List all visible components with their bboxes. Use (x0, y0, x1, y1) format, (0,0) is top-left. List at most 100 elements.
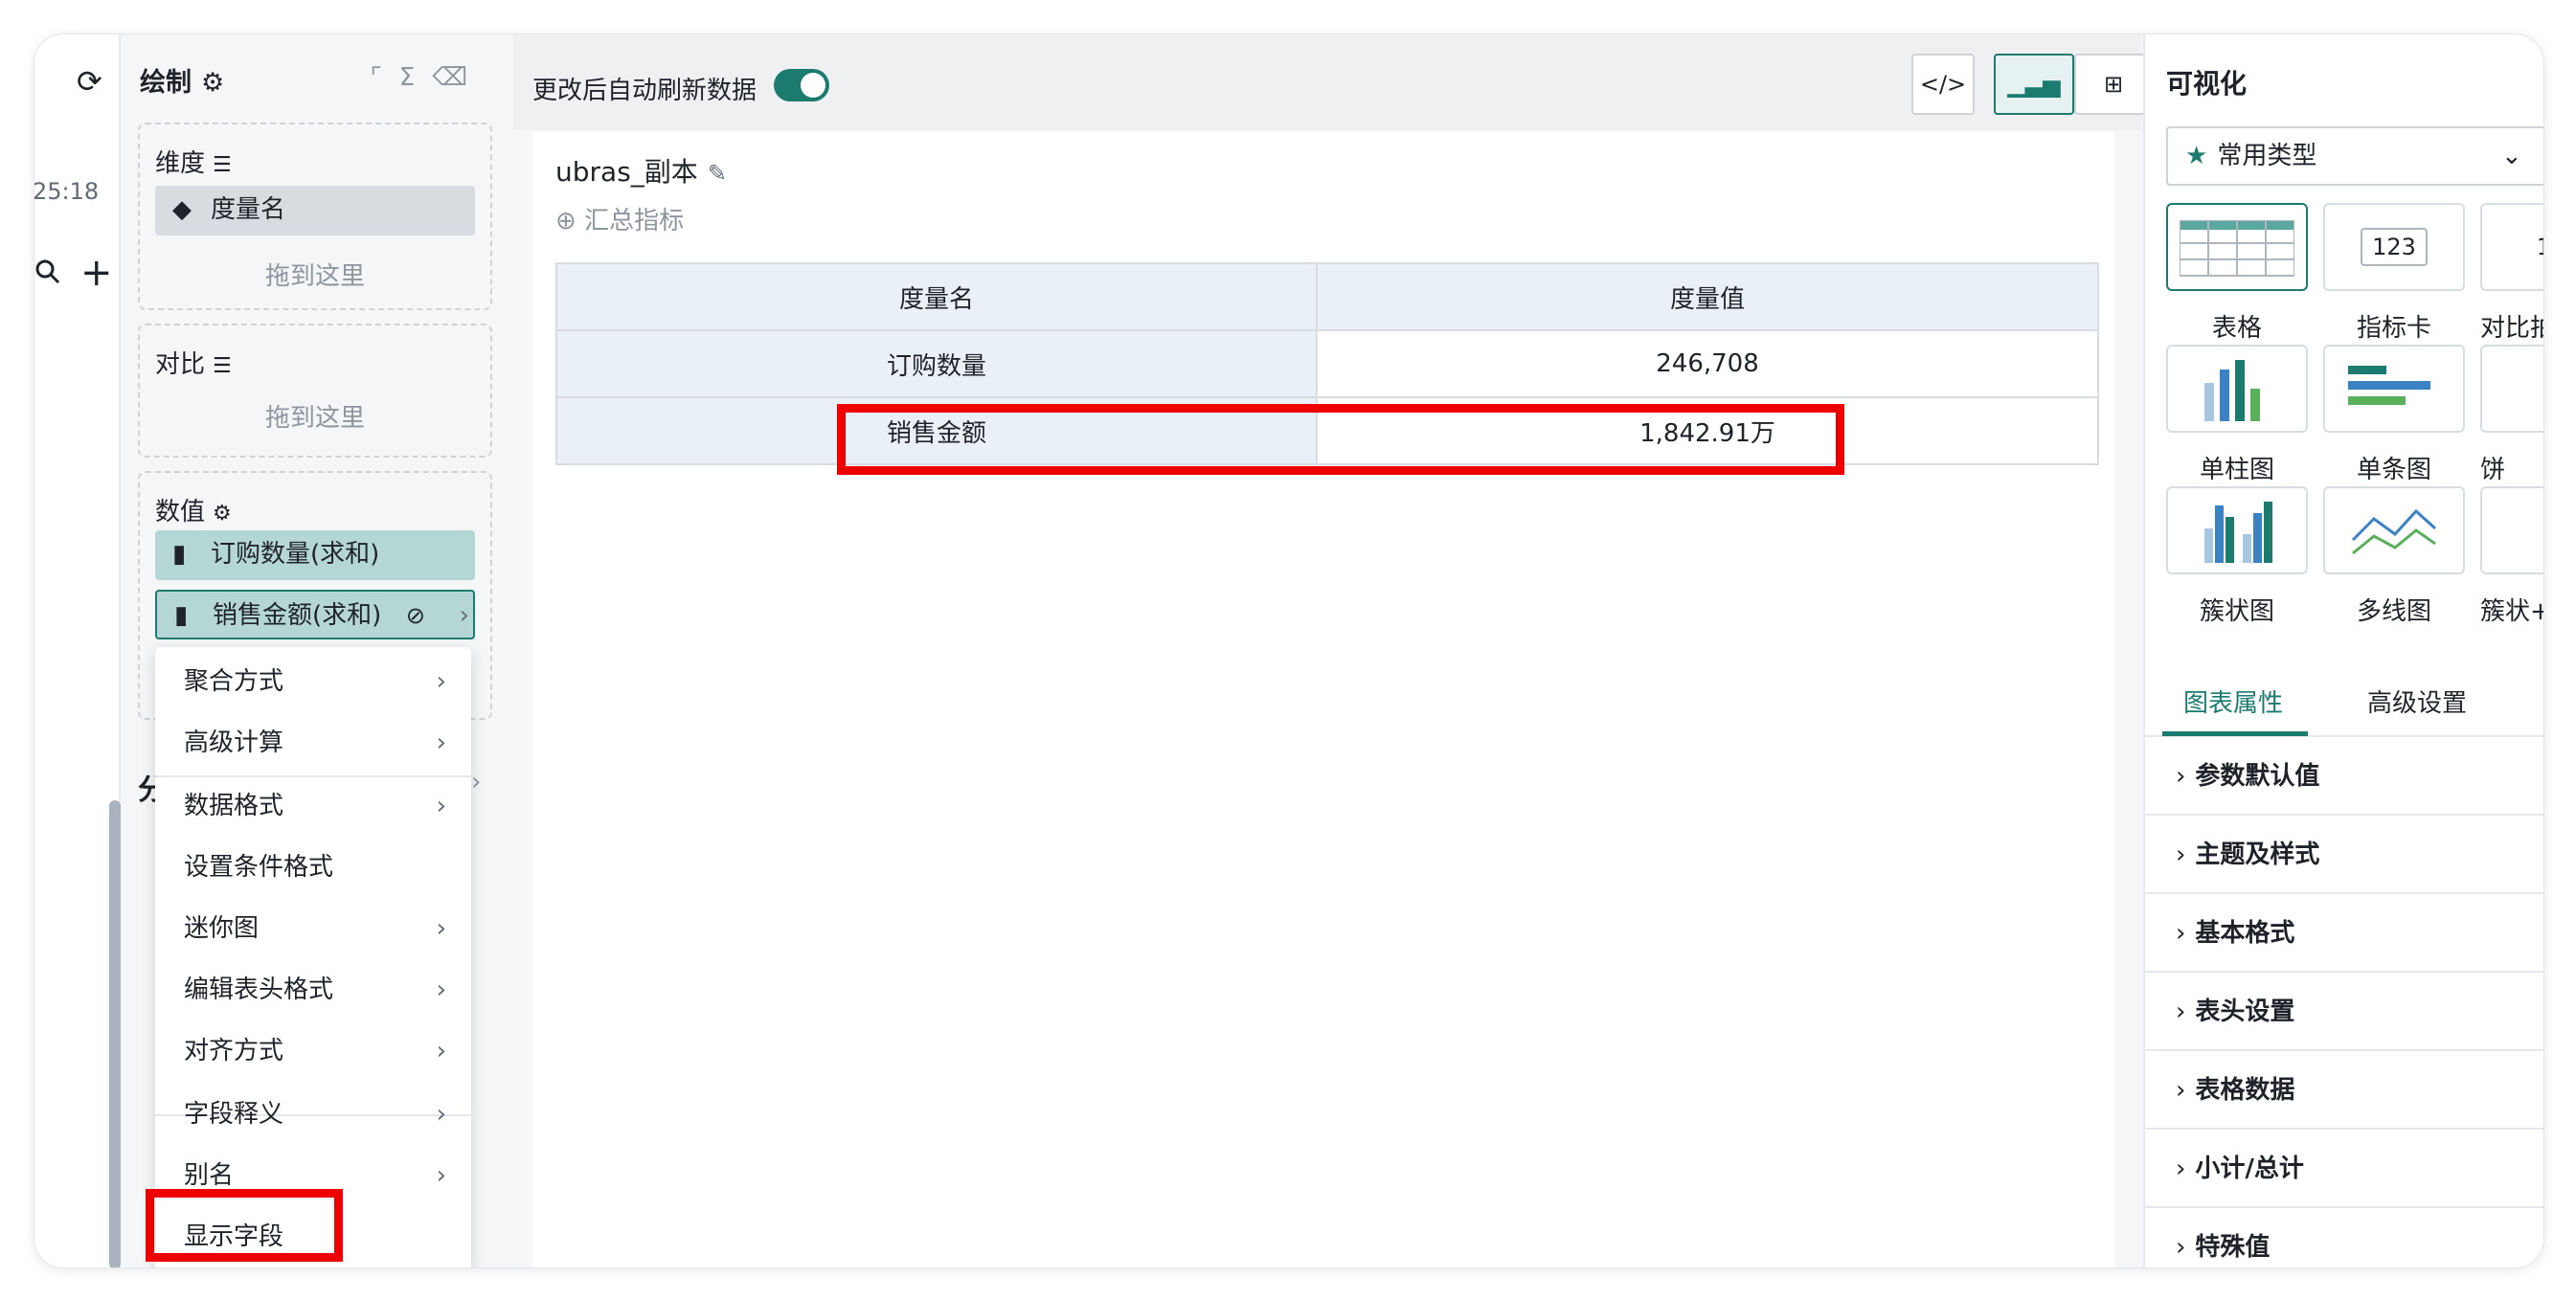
add-summary-metric[interactable]: ⊕ 汇总指标 (555, 201, 684, 236)
chevron-right-icon: › (436, 975, 446, 1004)
editor-toolbar: 更改后自动刷新数据 </> ▁▃▅ ⊞ (513, 34, 2153, 130)
code-view-button[interactable]: </> (1911, 54, 1975, 115)
filter-lines-icon[interactable]: ☰ (213, 153, 232, 177)
property-section-label: 特殊值 (2195, 1233, 2271, 1262)
chevron-right-icon[interactable]: › (471, 768, 481, 796)
property-section-label: 参数默认值 (2195, 762, 2320, 791)
menu-item-label: 聚合方式 (184, 667, 284, 696)
dimension-field-pill[interactable]: ◆ 度量名 (155, 186, 475, 235)
settings-sliders-icon[interactable]: ⚙ (201, 68, 224, 98)
value-field-pill[interactable]: ▮ 订购数量(求和) (155, 530, 475, 580)
menu-item-label: 迷你图 (184, 914, 260, 943)
bar-chart-icon[interactable] (2323, 345, 2465, 433)
property-section-table-data[interactable]: › 表格数据 (2145, 1051, 2543, 1130)
value-field-pill-selected[interactable]: ▮ 销售金额(求和) ⊘ › (155, 590, 475, 639)
cluster-line-chart-icon[interactable] (2480, 486, 2543, 574)
chart-type-label: 多线图 (2356, 597, 2431, 626)
chart-type-label: 簇状图 (2199, 597, 2274, 626)
scrollbar[interactable] (109, 800, 121, 1267)
chevron-right-icon: › (436, 1037, 446, 1065)
chart-type-select[interactable]: ★ 常用类型 ⌄ (2166, 126, 2543, 186)
eraser-icon[interactable]: ⌫ (432, 63, 485, 92)
cluster-chart-icon[interactable] (2166, 486, 2308, 574)
menu-item-advanced-calc[interactable]: 高级计算 › (155, 712, 471, 773)
menu-item-label: 数据格式 (184, 792, 284, 820)
time-label: 25:18 (34, 178, 100, 205)
chart-type-label: 表格 (2211, 314, 2262, 343)
tab-chart-properties[interactable]: 图表属性 (2183, 684, 2283, 719)
column-chart-icon[interactable] (2166, 345, 2308, 433)
property-section-label: 主题及样式 (2195, 841, 2320, 869)
draw-panel-title: 绘制 (140, 68, 192, 98)
menu-item-conditional-format[interactable]: 设置条件格式 (155, 837, 471, 898)
chevron-right-icon: › (2176, 762, 2186, 791)
kpi-card-icon[interactable]: 123 (2323, 203, 2465, 291)
dimension-drop-hint: 拖到这里 (264, 262, 365, 291)
menu-item-label: 对齐方式 (184, 1037, 284, 1065)
corner-icon[interactable]: ⌜ (371, 63, 399, 92)
star-icon: ★ (2185, 142, 2208, 170)
highlight-box-menu-item (146, 1189, 343, 1262)
menu-item-data-format[interactable]: 数据格式 › (155, 775, 471, 837)
draw-tools: ⌜Σ⌫ (371, 63, 485, 92)
chevron-right-icon: › (436, 728, 446, 757)
kpi-card-text: 123 (2361, 228, 2428, 266)
sigma-icon[interactable]: Σ (399, 63, 432, 92)
add-icon[interactable]: + (80, 251, 113, 295)
chevron-right-icon: › (2176, 1076, 2186, 1105)
compare-zone[interactable]: 对比 ☰ 拖到这里 (138, 324, 492, 458)
menu-item-alignment[interactable]: 对齐方式 › (155, 1020, 471, 1082)
property-section-basic-format[interactable]: › 基本格式 (2145, 894, 2543, 973)
table-header-cell[interactable]: 度量名 (555, 262, 1318, 331)
bar-chart-icon: ▮ (174, 601, 189, 630)
chevron-right-icon: › (436, 792, 446, 820)
dimension-zone-title: 维度 (155, 149, 206, 178)
summary-label: 汇总指标 (584, 207, 685, 235)
active-tab-indicator (2162, 731, 2308, 736)
property-section-header-settings[interactable]: › 表头设置 (2145, 973, 2543, 1051)
chart-view-button[interactable]: ▁▃▅ (1994, 54, 2074, 115)
tab-advanced-settings[interactable]: 高级设置 (2367, 684, 2467, 719)
chart-type-label: 饼 (2480, 456, 2506, 484)
chart-type-label: 单柱图 (2199, 456, 2274, 484)
highlight-box-row (837, 404, 1844, 475)
gear-icon[interactable]: ⚙ (213, 502, 232, 526)
menu-item-label: 字段释义 (184, 1100, 284, 1129)
table-cell[interactable]: 246,708 (1316, 329, 2099, 398)
report-title-text[interactable]: ubras_副本 (555, 156, 698, 188)
menu-item-field-description[interactable]: 字段释义 › (155, 1084, 471, 1145)
property-section-subtotal[interactable]: › 小计/总计 (2145, 1130, 2543, 1208)
menu-item-header-format[interactable]: 编辑表头格式 › (155, 959, 471, 1020)
menu-item-aggregation[interactable]: 聚合方式 › (155, 651, 471, 712)
dimension-zone-header: 维度 ☰ (155, 144, 232, 179)
pie-chart-icon[interactable] (2480, 345, 2543, 433)
sync-icon[interactable]: ⟳ (77, 63, 102, 100)
chevron-right-icon: › (436, 914, 446, 943)
chevron-right-icon[interactable]: › (460, 592, 469, 639)
toggle-knob (801, 73, 825, 98)
menu-item-sparkline[interactable]: 迷你图 › (155, 898, 471, 959)
table-chart-icon[interactable] (2166, 203, 2308, 291)
auto-refresh-toggle[interactable] (774, 69, 829, 101)
auto-refresh-label: 更改后自动刷新数据 (532, 77, 757, 105)
search-icon[interactable] (34, 258, 61, 293)
chart-type-label: 指标卡 (2356, 314, 2431, 343)
property-section-theme[interactable]: › 主题及样式 (2145, 816, 2543, 894)
compare-drop-hint: 拖到这里 (264, 404, 365, 433)
dimension-zone[interactable]: 维度 ☰ ◆ 度量名 拖到这里 (138, 123, 492, 310)
table-header-cell[interactable]: 度量值 (1316, 262, 2099, 331)
property-section-special-values[interactable]: › 特殊值 (2145, 1208, 2543, 1267)
table-cell[interactable]: 订购数量 (555, 329, 1318, 398)
bar-chart-icon: ▮ (172, 540, 187, 569)
table-view-button[interactable]: ⊞ (2074, 54, 2153, 115)
filter-lines-icon[interactable]: ☰ (213, 354, 232, 378)
chevron-right-icon: › (436, 667, 446, 696)
report-canvas: ubras_副本 ✎ ⊕ 汇总指标 度量名 度量值 订购数量 246,708 销售… (532, 132, 2114, 1267)
multi-line-chart-icon[interactable] (2323, 486, 2465, 574)
menu-item-label: 编辑表头格式 (184, 975, 334, 1004)
compare-card-icon[interactable]: 12 (2480, 203, 2543, 291)
eye-hidden-icon[interactable]: ⊘ (406, 592, 425, 639)
add-circle-icon: ⊕ (555, 207, 576, 235)
edit-pencil-icon[interactable]: ✎ (708, 160, 727, 187)
property-section-param-defaults[interactable]: › 参数默认值 (2145, 737, 2543, 816)
